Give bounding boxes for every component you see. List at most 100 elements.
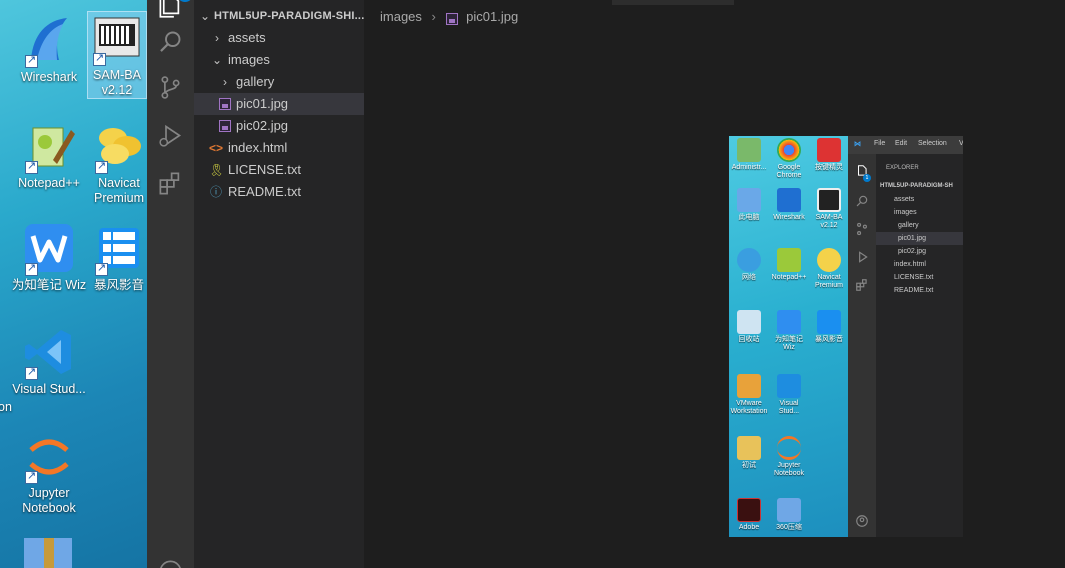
preview-desktop-icon: Visual Stud... bbox=[769, 374, 809, 416]
tree-item-pic02[interactable]: pic02.jpg bbox=[194, 115, 364, 137]
preview-source-control-icon bbox=[857, 222, 867, 236]
desktop-background: Wireshark SAM-BA v2.12 Notepad++ bbox=[0, 0, 147, 568]
preview-menu-item: Edit bbox=[895, 140, 908, 147]
extensions-icon bbox=[159, 172, 180, 195]
preview-desktop-icon: Jupyter Notebook bbox=[769, 436, 809, 478]
preview-tree-item: images bbox=[894, 209, 917, 216]
source-control-button[interactable] bbox=[157, 74, 184, 101]
desktop-icon-sam-ba[interactable]: SAM-BA v2.12 bbox=[87, 11, 147, 99]
preview-desktop-icon: Google Chrome bbox=[769, 138, 809, 180]
tree-item-label: index.html bbox=[228, 140, 288, 155]
desktop-icon-wiz[interactable]: 为知笔记 Wiz bbox=[9, 222, 89, 293]
desktop-icon-label: 暴风影音 bbox=[93, 278, 144, 292]
tree-item-license[interactable]: 🎗 LICENSE.txt bbox=[194, 159, 364, 181]
preview-desktop-icon: 网络 bbox=[729, 248, 769, 282]
desktop-icon-baofeng[interactable]: 暴风影音 bbox=[88, 222, 147, 293]
tree-item-label: gallery bbox=[236, 74, 275, 89]
tree-item-pic01[interactable]: pic01.jpg bbox=[194, 93, 364, 115]
tree-item-label: pic01.jpg bbox=[236, 96, 289, 111]
wiz-icon bbox=[23, 222, 75, 276]
preview-desktop-icon: 初试 bbox=[729, 436, 769, 470]
preview-desktop-icon: 为知笔记 Wiz bbox=[769, 310, 809, 352]
shortcut-arrow-icon bbox=[93, 51, 106, 66]
preview-desktop-icon: Administr... bbox=[729, 138, 769, 172]
tree-item-label: README.txt bbox=[228, 184, 301, 199]
notepad-plus-plus-icon bbox=[23, 120, 75, 174]
preview-desktop-icon: 360压缩 bbox=[769, 498, 809, 532]
preview-desktop: Administr... Google Chrome 按键精灵 此电脑 Wire… bbox=[729, 136, 848, 537]
desktop-icon-label: Visual Stud... bbox=[12, 382, 86, 396]
license-file-icon: 🎗 bbox=[209, 163, 225, 177]
desktop-icon-label: 为知笔记 Wiz bbox=[11, 278, 87, 292]
preview-desktop-icon: 暴风影音 bbox=[809, 310, 849, 344]
jupyter-icon bbox=[23, 430, 75, 484]
preview-explorer-title: EXPLORER bbox=[886, 165, 919, 171]
desktop-icon-wireshark[interactable]: Wireshark bbox=[9, 14, 89, 85]
desktop-icon-jupyter[interactable]: Jupyter Notebook bbox=[9, 430, 89, 516]
explorer-root[interactable]: ⌄ HTML5UP-PARADIGM-SHI... bbox=[194, 5, 364, 27]
preview-menu-item: Selection bbox=[918, 140, 947, 147]
preview-tree-item: index.html bbox=[894, 261, 926, 268]
explorer-button[interactable]: 1 bbox=[157, 0, 193, 19]
preview-explorer-root: HTML5UP-PARADIGM-SH bbox=[880, 183, 953, 189]
shortcut-arrow-icon bbox=[25, 261, 38, 276]
breadcrumb-file[interactable]: pic01.jpg bbox=[466, 7, 518, 27]
search-icon bbox=[160, 31, 181, 52]
preview-search-icon bbox=[856, 195, 868, 207]
preview-desktop-icon: Adobe bbox=[729, 498, 769, 532]
explorer-sidebar: ⌄ HTML5UP-PARADIGM-SHI... › assets ⌄ ima… bbox=[194, 0, 364, 568]
run-debug-icon bbox=[159, 124, 182, 147]
desktop-icon-label: Notepad++ bbox=[18, 176, 80, 190]
preview-tree-item: pic02.jpg bbox=[898, 248, 927, 255]
chevron-down-icon: ⌄ bbox=[199, 9, 211, 23]
image-file-icon bbox=[218, 115, 232, 137]
preview-badge: 1 bbox=[863, 174, 871, 182]
breadcrumb-folder[interactable]: images bbox=[380, 7, 422, 27]
preview-activity-bar: 1 bbox=[848, 154, 876, 537]
run-debug-button[interactable] bbox=[157, 122, 184, 149]
preview-tree-item: assets bbox=[894, 196, 915, 203]
sam-ba-icon bbox=[91, 12, 143, 66]
explorer-root-label: HTML5UP-PARADIGM-SHI... bbox=[214, 10, 365, 22]
preview-menu-item: V bbox=[959, 140, 963, 147]
chevron-right-icon: › bbox=[223, 75, 227, 89]
desktop-icon-visual-studio[interactable]: Visual Stud... bbox=[9, 326, 89, 397]
tree-item-images[interactable]: ⌄ images bbox=[194, 49, 364, 71]
html-file-icon: <> bbox=[209, 141, 224, 155]
preview-menubar: ⋈ File Edit Selection V bbox=[848, 136, 963, 154]
desktop-icon-notepad-plus-plus[interactable]: Notepad++ bbox=[9, 120, 89, 191]
extensions-button[interactable] bbox=[157, 170, 184, 197]
tree-item-index-html[interactable]: <> index.html bbox=[194, 137, 364, 159]
tree-item-label: pic02.jpg bbox=[236, 118, 289, 133]
preview-tree-item: LICENSE.txt bbox=[894, 274, 934, 281]
shortcut-arrow-icon bbox=[95, 261, 108, 276]
accounts-icon bbox=[160, 560, 181, 568]
desktop-icon-archive[interactable] bbox=[22, 538, 74, 568]
files-icon bbox=[159, 0, 180, 18]
preview-desktop-icon: Wireshark bbox=[769, 188, 809, 222]
baofeng-icon bbox=[93, 222, 145, 276]
desktop-icon-navicat[interactable]: Navicat Premium bbox=[88, 120, 147, 206]
shortcut-arrow-icon bbox=[25, 159, 38, 174]
visual-studio-code-icon bbox=[23, 326, 75, 380]
activity-bar: 1 bbox=[147, 0, 194, 568]
preview-desktop-icon: 回收站 bbox=[729, 310, 769, 344]
preview-run-debug-icon bbox=[859, 251, 868, 263]
preview-desktop-icon: SAM-BA v2.12 bbox=[809, 188, 849, 230]
tree-item-label: assets bbox=[228, 30, 266, 45]
accounts-button[interactable] bbox=[157, 558, 184, 568]
search-button[interactable] bbox=[157, 28, 184, 55]
chevron-down-icon: ⌄ bbox=[211, 53, 223, 67]
tree-item-label: images bbox=[228, 52, 270, 67]
tree-item-readme[interactable]: ⓘ README.txt bbox=[194, 181, 364, 203]
tree-item-gallery[interactable]: › gallery bbox=[194, 71, 364, 93]
image-file-icon bbox=[445, 7, 458, 27]
preview-accounts-icon bbox=[856, 515, 868, 527]
desktop-icon-label: Navicat Premium bbox=[93, 176, 144, 205]
desktop-icon-label: Wireshark bbox=[20, 70, 78, 84]
chevron-right-icon: › bbox=[431, 8, 436, 24]
desktop-icon-label: Jupyter Notebook bbox=[22, 486, 76, 515]
preview-tree-item: pic01.jpg bbox=[876, 232, 963, 245]
tree-item-assets[interactable]: › assets bbox=[194, 27, 364, 49]
preview-extensions-icon bbox=[856, 279, 867, 291]
